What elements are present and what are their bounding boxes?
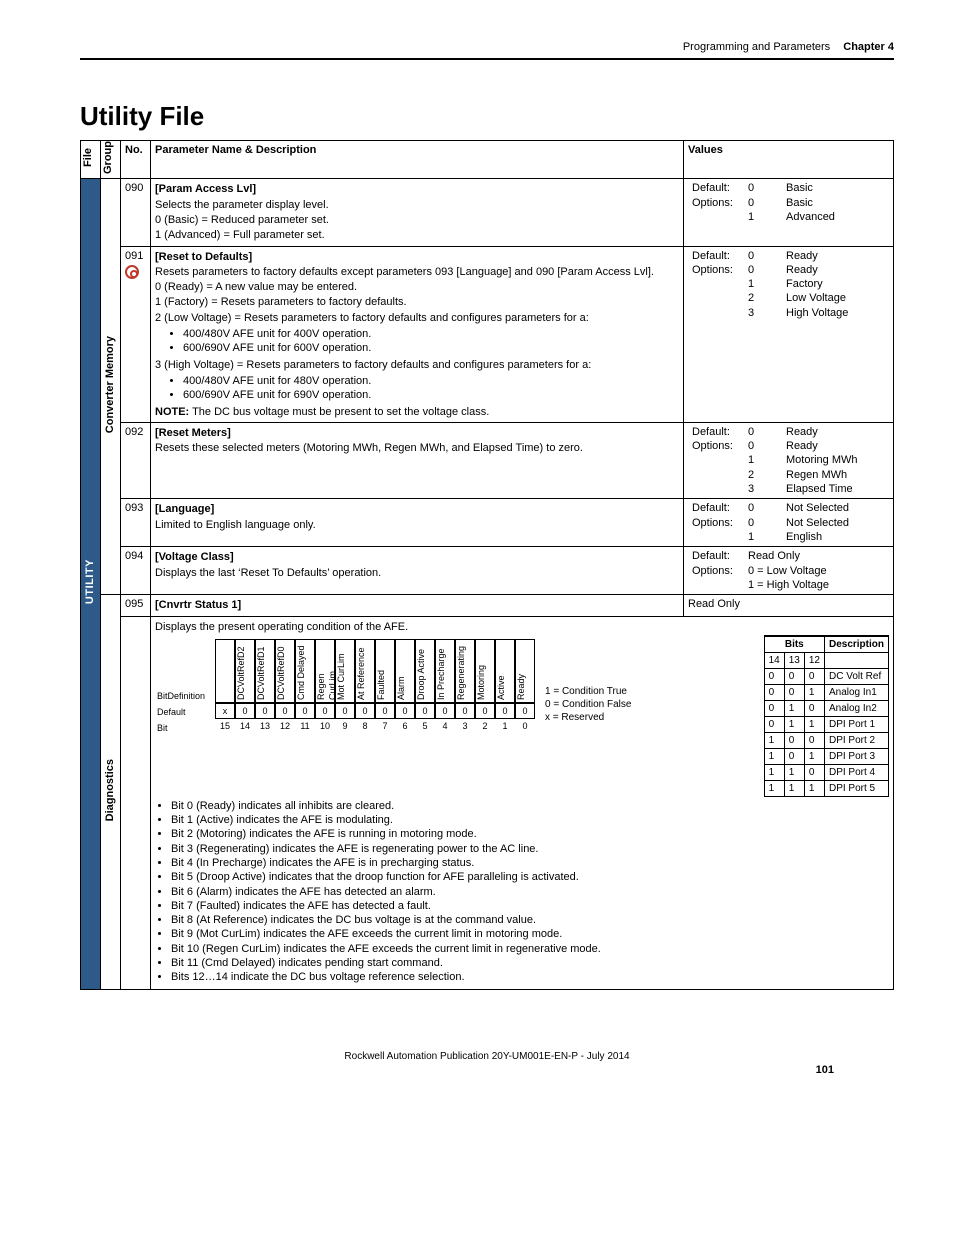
- param-no: 093: [121, 499, 151, 547]
- bit-explain-list: Bit 0 (Ready) indicates all inhibits are…: [155, 799, 889, 985]
- col-param: Parameter Name & Description: [151, 141, 684, 179]
- header-chapter: Chapter 4: [843, 41, 894, 53]
- param-desc: [Reset Meters] Resets these selected met…: [151, 422, 684, 499]
- publication-line: Rockwell Automation Publication 20Y-UM00…: [80, 1050, 894, 1063]
- stop-icon: [125, 265, 139, 279]
- param-desc: [Param Access Lvl] Selects the parameter…: [151, 179, 684, 246]
- param-no: 090: [121, 179, 151, 246]
- col-file: File: [81, 148, 95, 167]
- param-values: Default:0Ready Options:0Ready 1Factory 2…: [684, 246, 894, 422]
- col-no: No.: [121, 141, 151, 179]
- param-no: 091: [121, 246, 151, 422]
- page-header: Programming and Parameters Chapter 4: [80, 40, 894, 60]
- param-values: Default:0Ready Options:0Ready 1Motoring …: [684, 422, 894, 499]
- col-group: Group: [101, 141, 115, 174]
- param-no: 092: [121, 422, 151, 499]
- page-number: 101: [816, 1063, 834, 1077]
- page-title: Utility File: [80, 100, 894, 134]
- param-values: Default:0Not Selected Options:0Not Selec…: [684, 499, 894, 547]
- group-converter-memory: Converter Memory: [101, 179, 121, 595]
- group-diagnostics: Diagnostics: [101, 595, 121, 989]
- col-values: Values: [684, 141, 894, 179]
- parameter-table: File Group No. Parameter Name & Descript…: [80, 140, 894, 990]
- file-band: UTILITY: [81, 179, 101, 989]
- param-desc: Displays the present operating condition…: [151, 616, 894, 989]
- bits-description-table: BitsDescription 141312 000DC Volt Ref 00…: [764, 635, 889, 797]
- param-desc: [Reset to Defaults] Resets parameters to…: [151, 246, 684, 422]
- param-no: 095: [121, 595, 151, 616]
- page-footer: Rockwell Automation Publication 20Y-UM00…: [80, 1050, 894, 1063]
- bit-diagram: BitDefinition DCVoltRefD2 DCVoltRefD1 DC…: [155, 639, 535, 735]
- param-desc: [Cnvrtr Status 1]: [151, 595, 684, 616]
- param-no: 094: [121, 547, 151, 595]
- param-values: Default:0Basic Options:0Basic 1Advanced: [684, 179, 894, 246]
- header-section: Programming and Parameters: [683, 41, 830, 53]
- param-desc: [Voltage Class] Displays the last ‘Reset…: [151, 547, 684, 595]
- param-values: Read Only: [684, 595, 894, 616]
- param-values: Default:Read Only Options:0 = Low Voltag…: [684, 547, 894, 595]
- param-desc: [Language] Limited to English language o…: [151, 499, 684, 547]
- bit-legend: 1 = Condition True 0 = Condition False x…: [545, 685, 631, 724]
